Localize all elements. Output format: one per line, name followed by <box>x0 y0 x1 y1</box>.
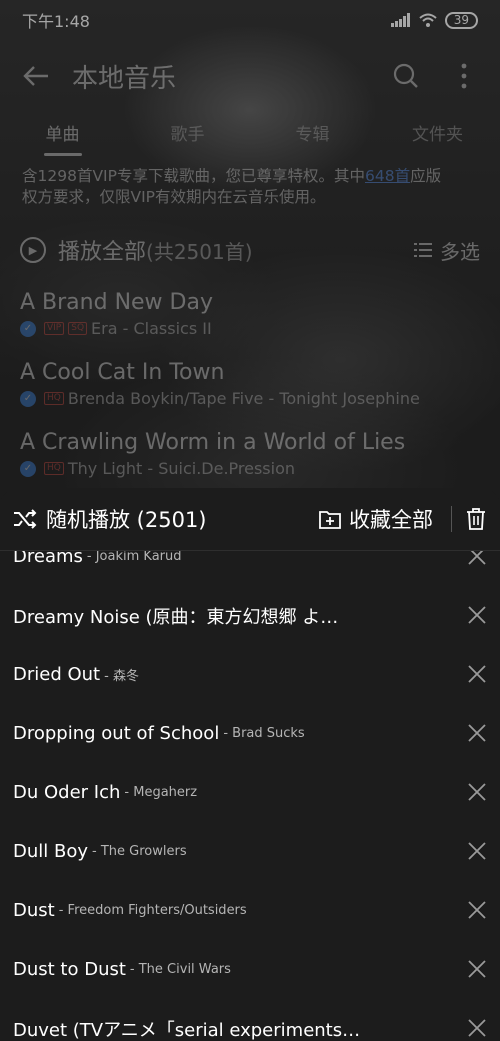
song-artist: - Megaherz <box>124 785 198 800</box>
song-name: Dull Boy <box>13 841 89 862</box>
song-name: Duvet (TVアニメ「serial experiments… <box>13 1019 361 1041</box>
song-name: Dropping out of School <box>13 723 220 744</box>
list-item[interactable]: Dreamy Noise (原曲：東方幻想郷 よ… <box>0 586 500 645</box>
list-item[interactable]: Du Oder Ich - Megaherz <box>0 763 500 822</box>
song-name: Dust <box>13 900 55 921</box>
list-item[interactable]: Dust - Freedom Fighters/Outsiders <box>0 881 500 940</box>
collect-all-button[interactable]: 收藏全部 <box>319 504 433 534</box>
remove-icon[interactable] <box>466 958 488 980</box>
song-artist: - Brad Sucks <box>223 726 305 741</box>
list-item[interactable]: Dull Boy - The Growlers <box>0 822 500 881</box>
shuffle-icon[interactable] <box>12 506 38 532</box>
remove-icon[interactable] <box>466 840 488 862</box>
remove-icon[interactable] <box>466 899 488 921</box>
song-name: Dreams <box>13 551 83 567</box>
header-divider <box>451 506 452 532</box>
list-item[interactable]: Duvet (TVアニメ「serial experiments… <box>0 999 500 1041</box>
add-folder-icon <box>319 511 341 529</box>
clear-queue-button[interactable] <box>464 506 488 532</box>
song-name: Dreamy Noise (原曲：東方幻想郷 よ… <box>13 606 339 628</box>
song-artist: - 森冬 <box>104 669 139 684</box>
remove-icon[interactable] <box>466 604 488 626</box>
list-item[interactable]: Dreams - Joakim Karud <box>0 551 500 586</box>
remove-icon[interactable] <box>466 722 488 744</box>
queue-list: Dreams - Joakim Karud Dreamy Noise (原曲：東… <box>0 551 500 1041</box>
song-artist: - The Growlers <box>92 844 187 859</box>
remove-icon[interactable] <box>466 781 488 803</box>
play-queue-sheet: 随机播放 (2501) 收藏全部 Dreams - Joakim Karud D… <box>0 488 500 1041</box>
sheet-header: 随机播放 (2501) 收藏全部 <box>0 488 500 551</box>
list-item[interactable]: Dropping out of School - Brad Sucks <box>0 704 500 763</box>
trash-icon <box>467 508 485 530</box>
song-name: Dust to Dust <box>13 959 126 980</box>
remove-icon[interactable] <box>466 551 488 567</box>
song-artist: - Freedom Fighters/Outsiders <box>58 903 247 918</box>
song-name: Dried Out <box>13 664 101 685</box>
collect-all-label: 收藏全部 <box>349 508 433 532</box>
remove-icon[interactable] <box>466 663 488 685</box>
remove-icon[interactable] <box>466 1017 488 1039</box>
song-artist: - Joakim Karud <box>86 551 182 564</box>
song-artist: - The Civil Wars <box>129 962 231 977</box>
list-item[interactable]: Dust to Dust - The Civil Wars <box>0 940 500 999</box>
shuffle-play-button[interactable]: 随机播放 (2501) <box>46 504 207 534</box>
song-name: Du Oder Ich <box>13 782 121 803</box>
list-item[interactable]: Dried Out - 森冬 <box>0 645 500 704</box>
